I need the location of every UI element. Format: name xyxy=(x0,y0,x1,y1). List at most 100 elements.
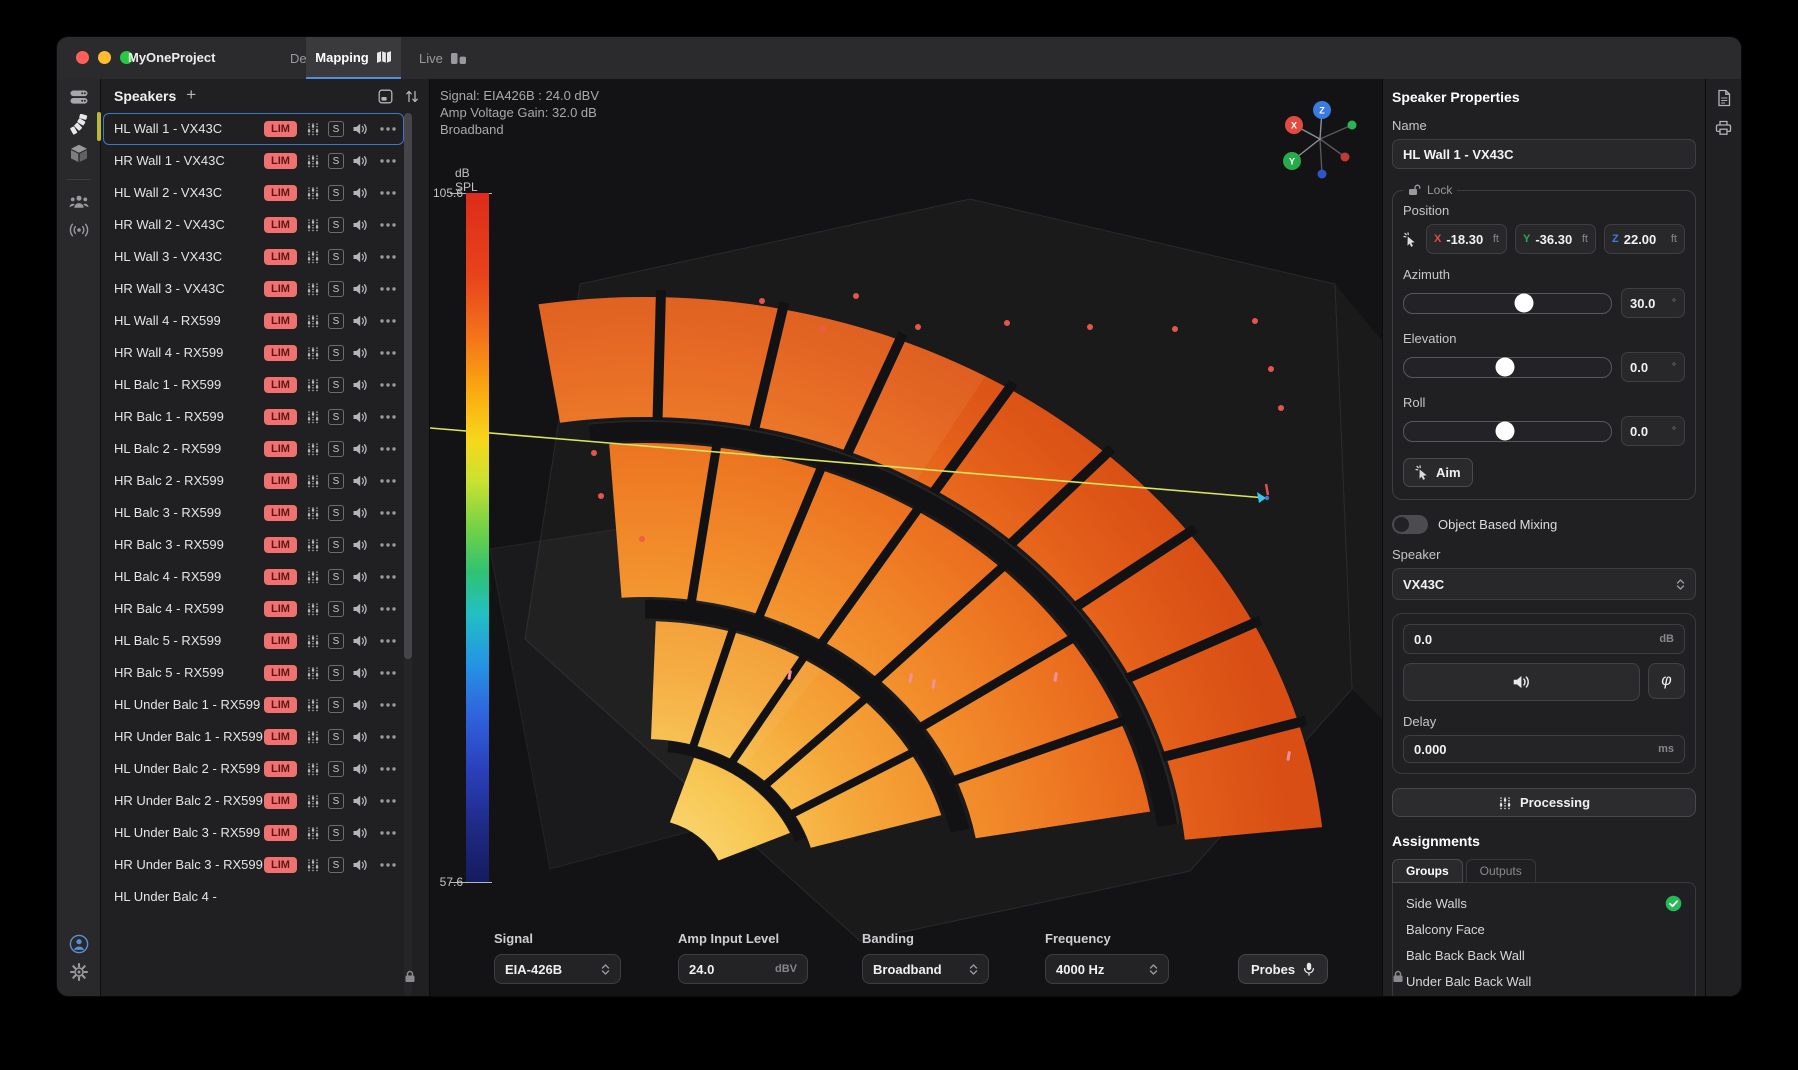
orientation-gizmo[interactable]: X Z Y xyxy=(1255,87,1382,197)
server-icon[interactable] xyxy=(66,85,92,109)
pick-position-icon[interactable] xyxy=(1403,232,1418,247)
solo-button[interactable]: S xyxy=(328,825,344,841)
speaker-volume-icon[interactable] xyxy=(352,825,368,841)
solo-button[interactable]: S xyxy=(328,505,344,521)
speaker-volume-icon[interactable] xyxy=(352,697,368,713)
lock-legend[interactable]: Lock xyxy=(1403,183,1457,197)
add-speaker-button[interactable]: + xyxy=(186,85,196,105)
solo-button[interactable]: S xyxy=(328,409,344,425)
probes-button[interactable]: Probes xyxy=(1238,954,1328,984)
channel-processing-icon[interactable] xyxy=(306,313,320,329)
channel-processing-icon[interactable] xyxy=(306,697,320,713)
more-options-icon[interactable] xyxy=(380,697,396,713)
speaker-row[interactable]: HR Under Balc 3 - RX599LIMS xyxy=(103,849,404,881)
channel-processing-icon[interactable] xyxy=(306,537,320,553)
speaker-row[interactable]: HL Balc 3 - RX599LIMS xyxy=(103,497,404,529)
tab-outputs[interactable]: Outputs xyxy=(1466,859,1536,883)
channel-processing-icon[interactable] xyxy=(306,857,320,873)
more-options-icon[interactable] xyxy=(380,441,396,457)
channel-processing-icon[interactable] xyxy=(306,505,320,521)
solo-button[interactable]: S xyxy=(328,537,344,553)
mute-button[interactable] xyxy=(1403,663,1640,701)
channel-processing-icon[interactable] xyxy=(306,761,320,777)
channel-processing-icon[interactable] xyxy=(306,249,320,265)
more-options-icon[interactable] xyxy=(380,249,396,265)
tab-groups[interactable]: Groups xyxy=(1392,859,1463,883)
speaker-row[interactable]: HR Balc 3 - RX599LIMS xyxy=(103,529,404,561)
elevation-slider-thumb[interactable] xyxy=(1496,358,1515,377)
speaker-volume-icon[interactable] xyxy=(352,857,368,873)
speaker-volume-icon[interactable] xyxy=(352,473,368,489)
speaker-volume-icon[interactable] xyxy=(352,569,368,585)
list-lock-icon[interactable] xyxy=(404,970,416,988)
solo-button[interactable]: S xyxy=(328,185,344,201)
spl-heatmap-canvas[interactable] xyxy=(430,79,1382,996)
frequency-dropdown[interactable]: 4000 Hz xyxy=(1045,954,1169,984)
channel-processing-icon[interactable] xyxy=(306,473,320,489)
more-options-icon[interactable] xyxy=(380,473,396,489)
speaker-volume-icon[interactable] xyxy=(352,633,368,649)
gizmo-neg-x-dot[interactable] xyxy=(1341,153,1350,162)
position-z-field[interactable]: Z 22.00 ft xyxy=(1604,224,1685,254)
gizmo-z-axis[interactable]: Z xyxy=(1313,101,1331,119)
channel-processing-icon[interactable] xyxy=(306,217,320,233)
panel-lock-icon[interactable] xyxy=(1392,970,1404,988)
speaker-volume-icon[interactable] xyxy=(352,249,368,265)
roll-slider[interactable] xyxy=(1403,421,1612,442)
processing-button[interactable]: Processing xyxy=(1392,788,1696,817)
name-field[interactable]: HL Wall 1 - VX43C xyxy=(1392,139,1696,169)
more-options-icon[interactable] xyxy=(380,313,396,329)
people-icon[interactable] xyxy=(66,190,92,214)
mapping-viewport[interactable]: Signal: EIA426B : 24.0 dBV Amp Voltage G… xyxy=(430,79,1382,996)
speakers-scrollbar[interactable] xyxy=(404,113,412,996)
solo-button[interactable]: S xyxy=(328,281,344,297)
speaker-volume-icon[interactable] xyxy=(352,793,368,809)
speaker-volume-icon[interactable] xyxy=(352,409,368,425)
gizmo-neg-y-dot[interactable] xyxy=(1348,121,1357,130)
elevation-slider[interactable] xyxy=(1403,357,1612,378)
speaker-row[interactable]: HR Balc 1 - RX599LIMS xyxy=(103,401,404,433)
more-options-icon[interactable] xyxy=(380,601,396,617)
speaker-row[interactable]: HR Under Balc 2 - RX599LIMS xyxy=(103,785,404,817)
channel-processing-icon[interactable] xyxy=(306,185,320,201)
group-item[interactable]: Under Balc Back Wall xyxy=(1393,968,1695,994)
more-options-icon[interactable] xyxy=(380,665,396,681)
solo-button[interactable]: S xyxy=(328,665,344,681)
channel-processing-icon[interactable] xyxy=(306,633,320,649)
speaker-volume-icon[interactable] xyxy=(352,313,368,329)
speaker-volume-icon[interactable] xyxy=(352,537,368,553)
solo-button[interactable]: S xyxy=(328,729,344,745)
speaker-volume-icon[interactable] xyxy=(352,665,368,681)
channel-processing-icon[interactable] xyxy=(306,569,320,585)
signal-dropdown[interactable]: EIA-426B xyxy=(494,954,621,984)
cube-3d-icon[interactable] xyxy=(66,141,92,165)
speaker-row[interactable]: HR Balc 2 - RX599LIMS xyxy=(103,465,404,497)
gizmo-neg-z-dot[interactable] xyxy=(1318,170,1327,179)
object-based-mixing-toggle[interactable] xyxy=(1392,515,1428,534)
more-options-icon[interactable] xyxy=(380,505,396,521)
speaker-array-icon[interactable] xyxy=(66,113,92,137)
speaker-volume-icon[interactable] xyxy=(352,153,368,169)
minimize-window-button[interactable] xyxy=(98,51,111,64)
speaker-row[interactable]: HR Under Balc 1 - RX599LIMS xyxy=(103,721,404,753)
group-item[interactable]: Side Walls xyxy=(1393,890,1695,916)
banding-dropdown[interactable]: Broadband xyxy=(862,954,989,984)
speaker-row[interactable]: HR Wall 3 - VX43CLIMS xyxy=(103,273,404,305)
speaker-volume-icon[interactable] xyxy=(352,377,368,393)
close-window-button[interactable] xyxy=(76,51,89,64)
solo-button[interactable]: S xyxy=(328,793,344,809)
azimuth-slider-thumb[interactable] xyxy=(1515,294,1534,313)
more-options-icon[interactable] xyxy=(380,217,396,233)
gizmo-y-axis[interactable]: Y xyxy=(1283,152,1301,170)
speaker-volume-icon[interactable] xyxy=(352,761,368,777)
speaker-row[interactable]: HR Wall 2 - VX43CLIMS xyxy=(103,209,404,241)
solo-button[interactable]: S xyxy=(328,697,344,713)
gain-field[interactable]: 0.0dB xyxy=(1403,624,1685,654)
document-icon[interactable] xyxy=(1716,89,1732,107)
more-options-icon[interactable] xyxy=(380,537,396,553)
speaker-row[interactable]: HR Balc 5 - RX599LIMS xyxy=(103,657,404,689)
roll-slider-thumb[interactable] xyxy=(1496,422,1515,441)
group-item[interactable]: Balc Back Back Wall xyxy=(1393,942,1695,968)
azimuth-value-field[interactable]: 30.0° xyxy=(1621,288,1685,318)
speaker-row[interactable]: HL Wall 2 - VX43CLIMS xyxy=(103,177,404,209)
